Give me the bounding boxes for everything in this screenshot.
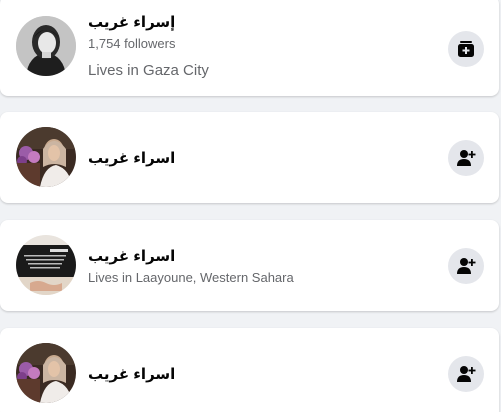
followers-count: 1,754 followers <box>88 36 176 51</box>
avatar[interactable] <box>16 343 76 403</box>
add-friend-icon <box>457 258 476 274</box>
result-info: اسراء غريب <box>88 150 175 168</box>
profile-name[interactable]: اسراء غريب <box>88 150 175 168</box>
search-results-list: إسراء غريب 1,754 followers Lives in Gaza… <box>0 0 501 412</box>
add-friend-button[interactable] <box>448 356 484 392</box>
profile-photo-sign <box>16 235 76 295</box>
add-page-icon <box>458 41 474 57</box>
add-friend-icon <box>457 366 476 382</box>
result-card[interactable]: اسراء غريب <box>0 328 499 412</box>
profile-name[interactable]: اسراء غريب <box>88 366 175 384</box>
avatar[interactable] <box>16 16 76 76</box>
profile-photo-black-white <box>16 16 76 76</box>
location-text: Lives in Laayoune, Western Sahara <box>88 270 294 285</box>
profile-photo-flowers <box>16 343 76 403</box>
add-page-button[interactable] <box>448 31 484 67</box>
add-friend-icon <box>457 150 476 166</box>
profile-name[interactable]: إسراء غريب <box>88 14 209 32</box>
avatar[interactable] <box>16 235 76 295</box>
add-friend-button[interactable] <box>448 248 484 284</box>
result-info: اسراء غريب <box>88 366 175 384</box>
result-info: اسراء غريب Lives in Laayoune, Western Sa… <box>88 248 294 286</box>
result-card[interactable]: اسراء غريب Lives in Laayoune, Western Sa… <box>0 220 499 311</box>
avatar[interactable] <box>16 127 76 187</box>
result-card[interactable]: اسراء غريب <box>0 112 499 203</box>
profile-photo-flowers <box>16 127 76 187</box>
result-info: إسراء غريب 1,754 followers Lives in Gaza… <box>88 14 209 79</box>
result-card[interactable]: إسراء غريب 1,754 followers Lives in Gaza… <box>0 0 499 96</box>
location-text: Lives in Gaza City <box>88 62 209 79</box>
add-friend-button[interactable] <box>448 140 484 176</box>
profile-name[interactable]: اسراء غريب <box>88 248 294 266</box>
